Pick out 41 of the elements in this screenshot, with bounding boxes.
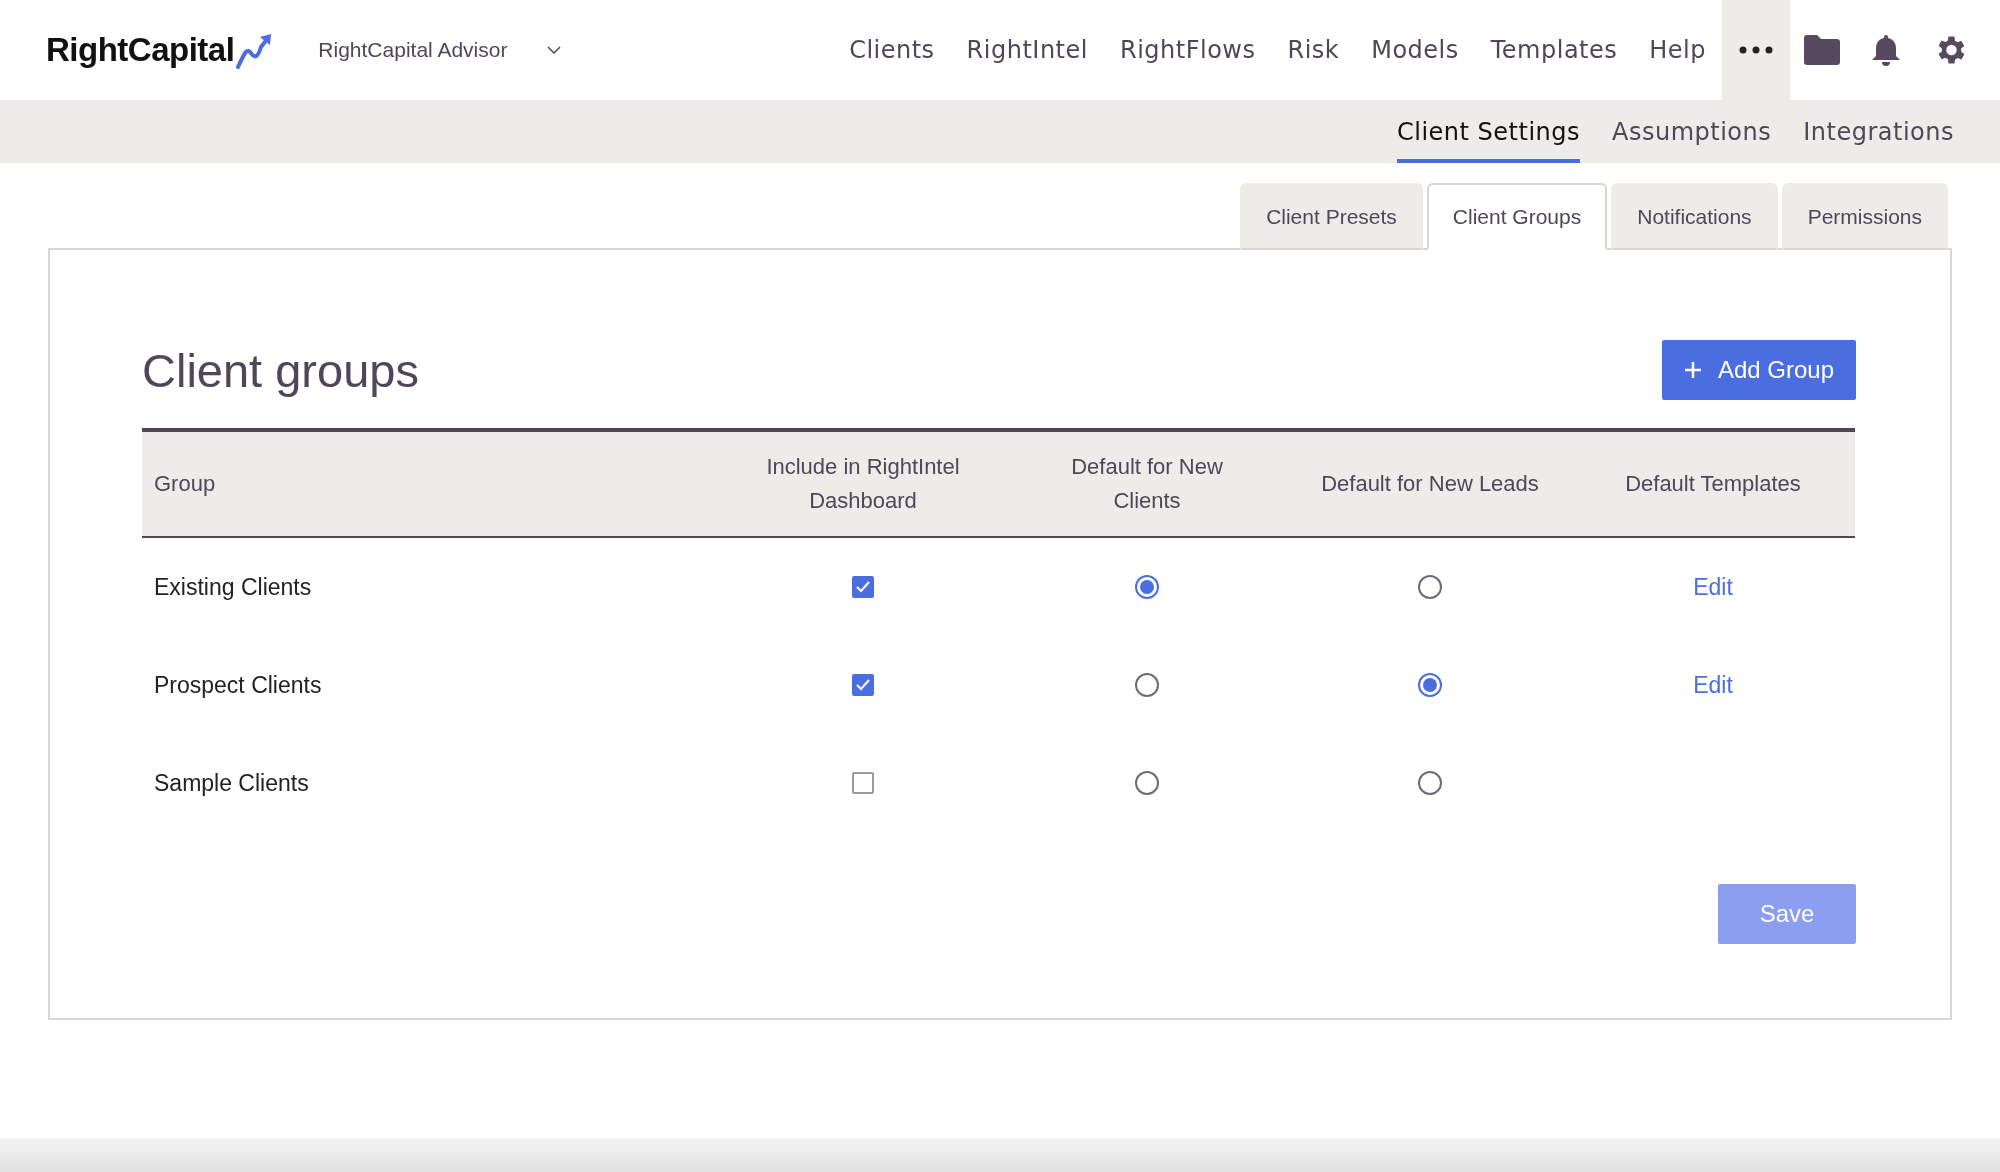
group-name: Existing Clients bbox=[153, 572, 313, 602]
nav-link[interactable]: Clients bbox=[833, 0, 951, 100]
chevron-down-icon bbox=[547, 46, 562, 54]
column-header: Group bbox=[142, 428, 721, 538]
sub-tab[interactable]: Client Presets bbox=[1240, 183, 1423, 250]
edit-link[interactable]: Edit bbox=[1693, 671, 1733, 699]
nav-link[interactable]: RightFlows bbox=[1103, 0, 1272, 100]
radio-button[interactable] bbox=[1135, 673, 1159, 697]
radio-button[interactable] bbox=[1135, 771, 1159, 795]
checkbox[interactable] bbox=[852, 576, 874, 598]
checkbox[interactable] bbox=[852, 772, 874, 794]
sub-tab[interactable]: Notifications bbox=[1611, 183, 1778, 250]
radio-button[interactable] bbox=[1418, 771, 1442, 795]
column-header: Default Templates bbox=[1571, 428, 1855, 538]
nav-link[interactable]: Risk bbox=[1271, 0, 1356, 100]
add-group-button[interactable]: Add Group bbox=[1661, 340, 1856, 400]
group-name: Sample Clients bbox=[153, 768, 310, 798]
nav-link[interactable]: Models bbox=[1355, 0, 1475, 100]
nav-link[interactable]: Templates bbox=[1474, 0, 1634, 100]
column-header: Default for New Clients bbox=[1005, 428, 1289, 538]
radio-button[interactable] bbox=[1418, 673, 1442, 697]
logo-text: RightCapital bbox=[46, 31, 235, 69]
sub-tab[interactable]: Client Groups bbox=[1426, 183, 1608, 250]
group-name: Prospect Clients bbox=[153, 670, 323, 700]
radio-button[interactable] bbox=[1135, 575, 1159, 599]
edit-link[interactable]: Edit bbox=[1693, 573, 1733, 601]
checkmark-icon bbox=[856, 581, 870, 593]
nav-link[interactable]: Help bbox=[1633, 0, 1722, 100]
settings-tab[interactable]: Assumptions bbox=[1612, 100, 1772, 163]
plus-icon bbox=[1683, 361, 1702, 379]
page-title: Client groups bbox=[142, 342, 419, 398]
nav-link[interactable]: RightIntel bbox=[950, 0, 1104, 100]
checkbox[interactable] bbox=[852, 674, 874, 696]
column-header: Include in RightIntel Dashboard bbox=[721, 428, 1005, 538]
column-header: Default for New Leads bbox=[1289, 428, 1571, 538]
settings-tab[interactable]: Client Settings bbox=[1396, 100, 1580, 163]
sub-tab[interactable]: Permissions bbox=[1781, 183, 1948, 250]
settings-tab[interactable]: Integrations bbox=[1803, 100, 1954, 163]
radio-button[interactable] bbox=[1418, 575, 1442, 599]
account-dropdown[interactable]: RightCapital Advisor bbox=[318, 38, 562, 62]
checkmark-icon bbox=[856, 679, 870, 691]
